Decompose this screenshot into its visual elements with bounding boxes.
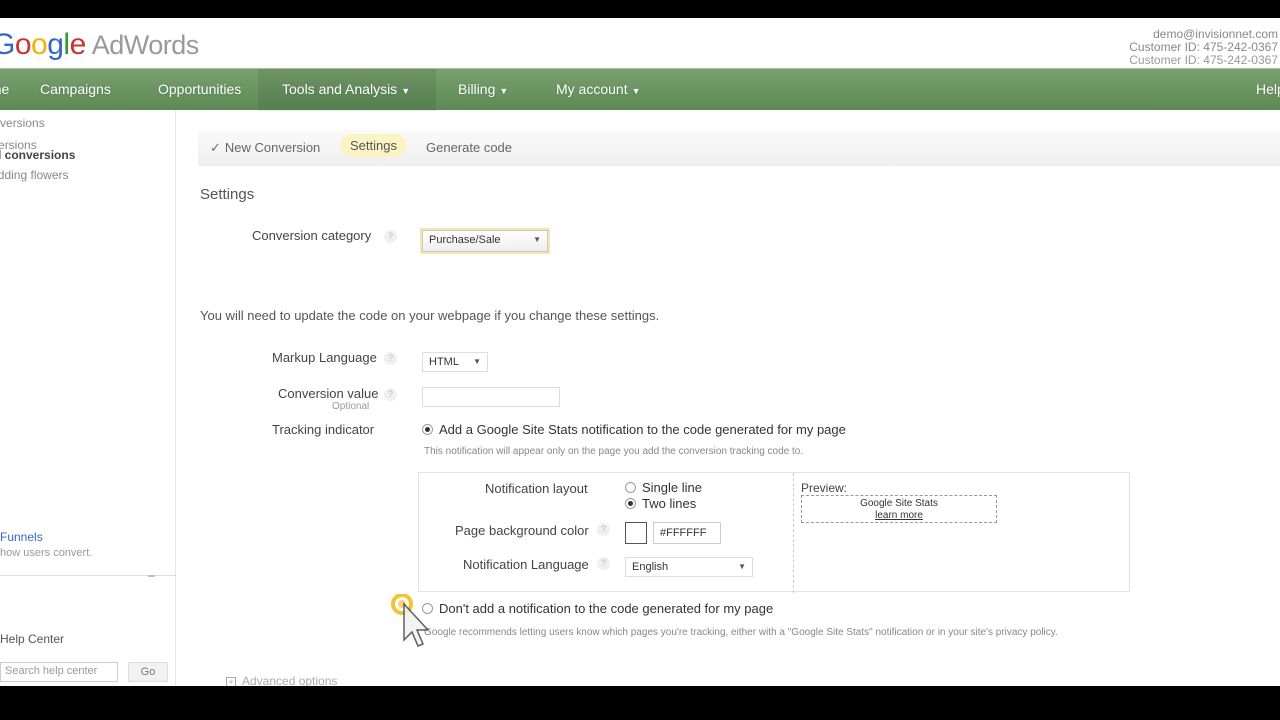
radio-button[interactable] xyxy=(625,498,636,509)
conversion-value-optional-hint: Optional xyxy=(332,401,370,412)
chevron-down-icon: ▼ xyxy=(533,235,541,244)
notification-preview: Google Site Stats learn more xyxy=(801,495,997,523)
help-icon[interactable]: ? xyxy=(384,388,397,401)
conversion-category-label: Conversion category xyxy=(252,228,372,243)
panel-divider xyxy=(793,473,794,593)
account-info: demo@invisionnet.com Customer ID: 475-24… xyxy=(1129,28,1278,67)
background-color-input[interactable]: #FFFFFF xyxy=(653,522,721,544)
conversion-steps: ✓ New Conversion Settings Generate code xyxy=(198,130,1280,166)
help-center-title: Help Center xyxy=(0,632,65,646)
step-new-conversion[interactable]: ✓ New Conversion xyxy=(210,140,320,156)
notification-language-label: Notification Language xyxy=(463,557,589,572)
step-generate-code[interactable]: Generate code xyxy=(426,140,512,155)
preview-title: Google Site Stats xyxy=(860,498,938,509)
mouse-pointer-icon xyxy=(391,594,430,647)
adwords-window: Google AdWords demo@invisionnet.com Custo… xyxy=(0,18,1280,686)
layout-single-line-option[interactable]: Single line xyxy=(625,480,702,495)
logo-letter: e xyxy=(69,28,87,61)
preview-label: Preview: xyxy=(801,481,848,495)
notification-language-select[interactable]: English ▼ xyxy=(625,557,753,577)
chevron-down-icon: ▼ xyxy=(499,86,509,96)
help-icon[interactable]: ? xyxy=(384,230,397,243)
sidebar-funnels-desc: how users convert. xyxy=(0,547,93,559)
nav-campaigns[interactable]: Campaigns xyxy=(40,81,111,97)
expand-icon: + xyxy=(226,677,236,686)
logo-letter: o xyxy=(31,28,48,61)
nav-home[interactable]: Home xyxy=(0,81,9,97)
help-icon[interactable]: ? xyxy=(597,523,610,536)
tracking-option-dont-hint: Google recommends letting users know whi… xyxy=(424,627,1058,638)
sidebar-funnels-link[interactable]: Funnels xyxy=(0,530,43,544)
minimize-icon[interactable]: – xyxy=(148,568,155,582)
customer-id-echo: Customer ID: 475-242-0367 xyxy=(1129,53,1278,67)
sidebar-item-all-conversions[interactable]: All conversions xyxy=(0,148,75,162)
chevron-down-icon: ▼ xyxy=(738,562,746,571)
chevron-down-icon: ▼ xyxy=(401,86,411,96)
tracking-option-dont-add[interactable]: Don't add a notification to the code gen… xyxy=(422,601,773,616)
chevron-down-icon: ▼ xyxy=(631,86,641,96)
layout-two-lines-option[interactable]: Two lines xyxy=(625,496,696,511)
logo-letter: o xyxy=(14,28,32,61)
step-settings[interactable]: Settings xyxy=(340,134,407,157)
tracking-option-add-hint: This notification will appear only on th… xyxy=(424,446,804,457)
chevron-down-icon: ▼ xyxy=(473,357,481,366)
checkmark-icon: ✓ xyxy=(210,140,221,155)
notification-settings-panel: Notification layout Single line Two line… xyxy=(418,472,1130,593)
nav-my-account[interactable]: My account ▼ xyxy=(556,81,641,97)
tracking-option-add[interactable]: Add a Google Site Stats notification to … xyxy=(422,422,846,437)
nav-tools-and-analysis[interactable]: Tools and Analysis ▼ xyxy=(282,81,410,97)
main-nav: Home Campaigns Opportunities Tools and A… xyxy=(0,68,1280,111)
help-go-button[interactable]: Go xyxy=(128,662,168,682)
markup-language-select[interactable]: HTML ▼ xyxy=(422,352,488,372)
page-title: Settings xyxy=(200,186,255,203)
radio-button[interactable] xyxy=(422,424,433,435)
google-adwords-logo[interactable]: Google AdWords xyxy=(0,28,199,62)
sidebar: Conversions Conversions All conversions … xyxy=(0,110,176,686)
nav-help[interactable]: Help xyxy=(1256,81,1280,97)
settings-notice: You will need to update the code on your… xyxy=(200,308,660,323)
color-swatch[interactable] xyxy=(625,522,647,544)
help-icon[interactable]: ? xyxy=(597,557,610,570)
help-icon[interactable]: ? xyxy=(384,352,397,365)
video-bottom-bar xyxy=(0,686,1280,720)
nav-opportunities[interactable]: Opportunities xyxy=(158,81,241,97)
conversion-category-select[interactable]: Purchase/Sale ▼ xyxy=(422,230,548,252)
preview-learn-more: learn more xyxy=(875,510,923,521)
logo-letter: g xyxy=(47,28,64,61)
sidebar-item-wedding-flowers[interactable]: Wedding flowers xyxy=(0,168,69,182)
markup-language-label: Markup Language xyxy=(272,350,377,365)
help-search-input[interactable]: Search help center xyxy=(0,662,118,682)
notification-layout-label: Notification layout xyxy=(485,481,588,496)
page-background-color-label: Page background color xyxy=(455,523,589,538)
product-name: AdWords xyxy=(91,30,200,60)
tracking-indicator-label: Tracking indicator xyxy=(272,422,375,437)
logo-letter: G xyxy=(0,28,15,61)
radio-button[interactable] xyxy=(625,482,636,493)
sidebar-item-conversions[interactable]: Conversions xyxy=(0,116,45,130)
conversion-value-input[interactable] xyxy=(422,387,560,407)
nav-billing[interactable]: Billing ▼ xyxy=(458,81,508,97)
advanced-options-toggle[interactable]: + Advanced options xyxy=(226,674,337,686)
conversion-value-label: Conversion value xyxy=(278,386,379,401)
